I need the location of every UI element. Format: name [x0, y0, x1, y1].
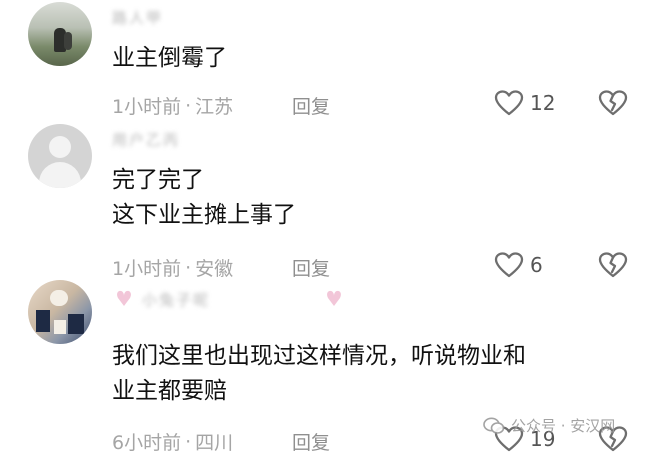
- comment-time: 1小时前: [112, 96, 182, 118]
- comment-line: 完了完了: [112, 167, 204, 193]
- comment-meta: 1小时前 · 江苏: [112, 92, 233, 119]
- broken-heart-icon: [598, 90, 628, 116]
- heart-outline-icon: [494, 90, 524, 116]
- meta-separator: ·: [185, 256, 192, 279]
- like-count: 12: [530, 91, 556, 115]
- broken-heart-icon: [598, 252, 628, 278]
- comment-text: 完了完了 这下业主摊上事了: [112, 163, 296, 233]
- comment-location: 江苏: [195, 96, 234, 118]
- avatar[interactable]: [28, 124, 92, 188]
- username[interactable]: 小兔子呢: [142, 289, 210, 310]
- dislike-button[interactable]: [598, 89, 628, 121]
- watermark: 公众号 · 安汉网: [483, 415, 615, 436]
- comment-location: 四川: [195, 432, 234, 454]
- comment-line: 业主都要赔: [112, 378, 227, 404]
- comment-meta: 6小时前 · 四川: [112, 428, 233, 455]
- heart-outline-icon: [494, 252, 524, 278]
- comment-line: 业主倒霉了: [112, 45, 227, 71]
- like-button[interactable]: 12: [494, 89, 555, 117]
- meta-separator: ·: [185, 430, 192, 453]
- wechat-icon: [483, 417, 505, 434]
- comment-time: 1小时前: [112, 258, 182, 280]
- like-button[interactable]: 6: [494, 251, 543, 279]
- reply-button[interactable]: 回复: [292, 254, 330, 281]
- dislike-button[interactable]: [598, 251, 628, 283]
- username[interactable]: 用户乙丙: [112, 129, 180, 150]
- comment-text: 业主倒霉了: [112, 41, 227, 76]
- meta-separator: ·: [185, 94, 192, 117]
- username[interactable]: 路人甲: [112, 7, 163, 28]
- comment-line: 我们这里也出现过这样情况，听说物业和: [112, 343, 526, 369]
- reply-button[interactable]: 回复: [292, 428, 330, 455]
- comment-line: 这下业主摊上事了: [112, 202, 296, 228]
- comment-text: 我们这里也出现过这样情况，听说物业和 业主都要赔: [112, 339, 526, 409]
- comment-meta: 1小时前 · 安徽: [112, 254, 233, 281]
- like-count: 6: [530, 253, 543, 277]
- reply-button[interactable]: 回复: [292, 92, 330, 119]
- comment-location: 安徽: [195, 258, 234, 280]
- comment-time: 6小时前: [112, 432, 182, 454]
- avatar[interactable]: [28, 280, 92, 344]
- avatar[interactable]: [28, 2, 92, 66]
- watermark-text: 公众号 · 安汉网: [511, 417, 616, 435]
